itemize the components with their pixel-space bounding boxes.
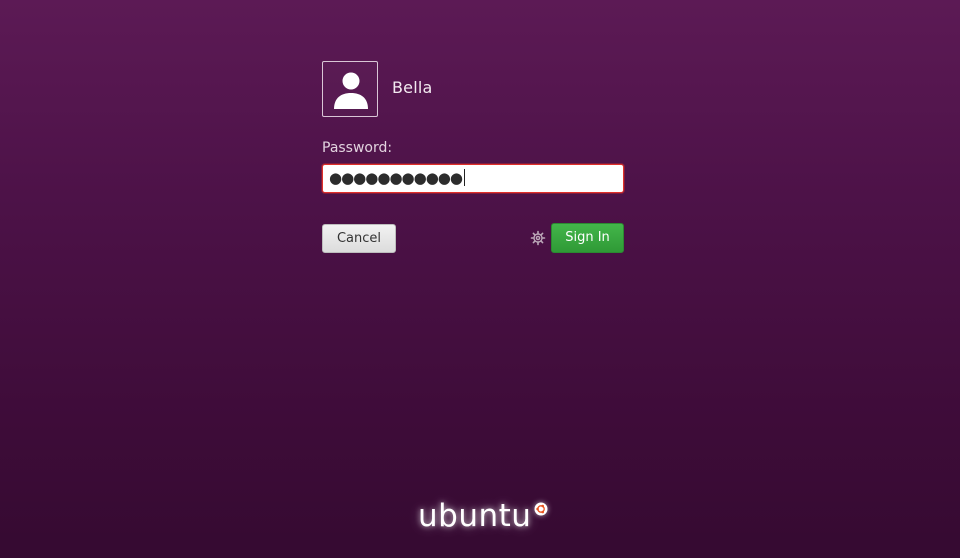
user-avatar[interactable] [322,61,378,117]
text-caret [463,169,465,186]
gear-icon[interactable] [530,230,546,246]
password-field[interactable]: ●●●●●●●●●●● [322,164,624,193]
password-label: Password: [322,140,393,156]
ubuntu-logo-text: ubuntu [418,498,532,534]
password-masked-value: ●●●●●●●●●●● [329,169,463,187]
user-avatar-icon [334,72,368,109]
username-label: Bella [392,78,433,97]
cancel-button[interactable]: Cancel [322,224,396,253]
ubuntu-circle-of-friends-icon [534,502,548,516]
sign-in-button[interactable]: Sign In [551,223,624,253]
ubuntu-logo: ubuntu [418,496,548,536]
